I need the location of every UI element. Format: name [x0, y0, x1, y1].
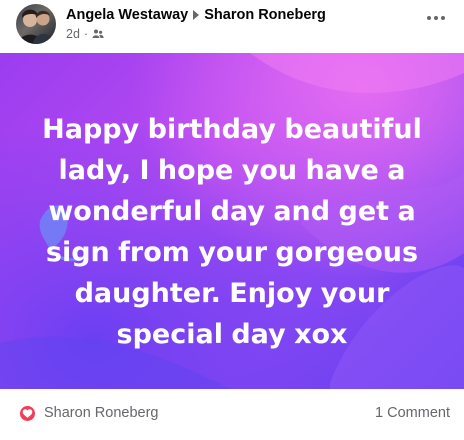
author-avatar[interactable]	[16, 4, 56, 44]
post-header: Angela Westaway Sharon Roneberg 2d ·	[0, 0, 464, 52]
post-title: Angela Westaway Sharon Roneberg	[66, 6, 326, 24]
post-footer: Sharon Roneberg 1 Comment	[0, 396, 464, 434]
feed-post: Angela Westaway Sharon Roneberg 2d · Hap…	[0, 0, 464, 440]
post-background-card[interactable]: Happy birthday beautiful lady, I hope yo…	[0, 53, 464, 389]
comment-count-link[interactable]: 1 Comment	[375, 405, 450, 421]
post-meta: 2d ·	[66, 27, 104, 41]
friends-icon[interactable]	[92, 28, 104, 40]
more-dot	[427, 16, 431, 20]
arrow-right-icon	[193, 10, 200, 20]
post-message: Happy birthday beautiful lady, I hope yo…	[42, 114, 422, 350]
author-name[interactable]: Angela Westaway	[66, 7, 188, 23]
more-dot	[434, 16, 438, 20]
recipient-name[interactable]: Sharon Roneberg	[204, 7, 326, 23]
post-timestamp[interactable]: 2d	[66, 27, 80, 41]
reactor-name[interactable]: Sharon Roneberg	[44, 405, 158, 421]
meta-separator: ·	[83, 27, 89, 41]
love-reaction-icon[interactable]	[18, 404, 37, 423]
more-dot	[441, 16, 445, 20]
more-options-icon[interactable]	[422, 8, 450, 28]
